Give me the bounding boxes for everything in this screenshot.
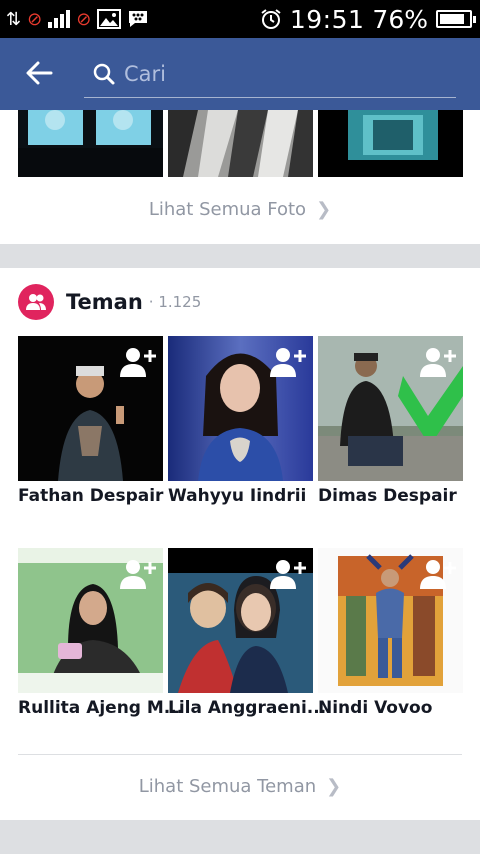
status-right: 19:51 76% — [260, 4, 476, 34]
friends-section: Teman · 1.125 Fathan Despair Wahyyu Iind… — [0, 268, 480, 820]
signal-off-icon: ⊘ — [76, 8, 92, 30]
chevron-right-icon: ❯ — [316, 199, 332, 220]
status-bar: ⇅ ⊘ ⊘ 19:51 76% — [0, 0, 480, 38]
friends-title: Teman — [66, 290, 143, 314]
see-all-photos-link[interactable]: Lihat Semua Foto ❯ — [0, 199, 480, 220]
see-all-friends-label: Lihat Semua Teman — [138, 776, 317, 797]
friends-header: Teman · 1.125 — [18, 284, 201, 320]
top-navigation-bar — [0, 38, 480, 110]
chevron-right-icon: ❯ — [326, 776, 342, 797]
add-friend-icon[interactable] — [119, 346, 157, 378]
data-icon: ⇅ — [6, 8, 22, 30]
friend-name[interactable]: Fathan Despair — [18, 486, 178, 506]
see-all-friends-link[interactable]: Lihat Semua Teman ❯ — [0, 776, 480, 797]
friend-name[interactable]: Dimas Despair — [318, 486, 478, 506]
photo-thumbnail[interactable] — [18, 110, 163, 177]
bbm-icon — [129, 11, 148, 27]
add-friend-icon[interactable] — [119, 558, 157, 590]
alarm-icon — [261, 9, 281, 29]
back-arrow-icon[interactable] — [24, 58, 60, 90]
friend-name[interactable]: Nindi Vovoo — [318, 698, 478, 718]
friends-icon — [18, 284, 54, 320]
friends-count: · 1.125 — [148, 293, 202, 311]
add-friend-icon[interactable] — [269, 558, 307, 590]
photo-thumbnail[interactable] — [318, 110, 463, 177]
status-time: 19:51 — [289, 4, 365, 34]
friend-name[interactable]: Wahyyu Iindrii — [168, 486, 328, 506]
search-bar[interactable] — [84, 52, 456, 98]
signal-icon — [48, 10, 71, 28]
add-friend-icon[interactable] — [269, 346, 307, 378]
search-input[interactable] — [124, 56, 444, 92]
battery-percent: 76% — [372, 4, 428, 34]
photos-section: Lihat Semua Foto ❯ — [0, 110, 480, 244]
see-all-photos-label: Lihat Semua Foto — [148, 199, 307, 220]
search-icon — [93, 63, 115, 85]
add-friend-icon[interactable] — [419, 346, 457, 378]
friend-name[interactable]: Lila Anggraeni... — [168, 698, 328, 718]
add-friend-icon[interactable] — [419, 558, 457, 590]
image-icon — [97, 9, 122, 29]
friends-count-value: 1.125 — [158, 293, 202, 311]
battery-icon — [436, 10, 476, 28]
friend-name[interactable]: Rullita Ajeng M... — [18, 698, 183, 718]
section-divider — [18, 754, 462, 755]
photo-thumbnail[interactable] — [168, 110, 313, 177]
signal-off-icon: ⊘ — [27, 8, 43, 30]
status-left-icons: ⇅ ⊘ ⊘ — [6, 6, 149, 32]
